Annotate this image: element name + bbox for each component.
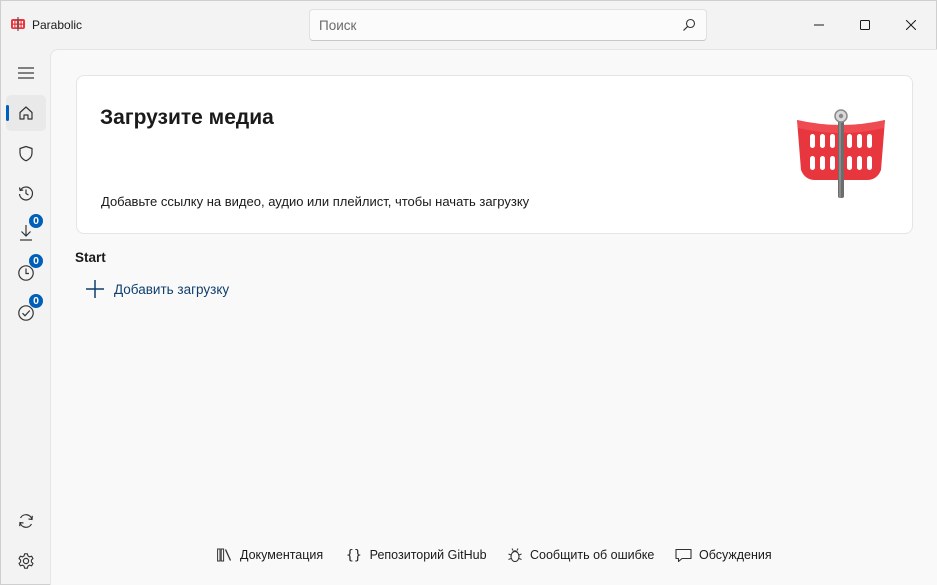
discussions-link[interactable]: Обсуждения [675,545,772,565]
report-bug-link[interactable]: Сообщить об ошибке [507,545,654,565]
code-braces-icon: {} [346,547,362,563]
github-repo-link[interactable]: {} Репозиторий GitHub [346,545,487,565]
search-icon[interactable] [682,18,696,32]
sidebar-item-history[interactable] [6,175,46,211]
menu-toggle-button[interactable] [6,55,46,91]
active-indicator [6,105,9,121]
close-button[interactable] [888,1,934,49]
discussions-label: Обсуждения [699,548,772,562]
github-repo-label: Репозиторий GitHub [369,548,487,562]
search-box[interactable] [309,9,707,41]
sidebar-item-completed[interactable]: 0 [6,293,46,331]
documentation-label: Документация [240,548,324,562]
hamburger-menu-icon [18,67,34,79]
queued-count-badge: 0 [28,253,44,269]
report-bug-label: Сообщить об ошибке [530,548,655,562]
sidebar-item-queued[interactable]: 0 [6,253,46,291]
settings-button[interactable] [6,543,46,579]
gear-icon [18,553,34,569]
shield-icon [19,145,33,161]
minimize-button[interactable] [796,1,842,49]
main-content: Загрузите медиа Добавьте ссылку на видео… [50,49,937,585]
welcome-card: Загрузите медиа Добавьте ссылку на видео… [76,75,913,234]
documentation-link[interactable]: Документация [217,545,323,565]
sync-button[interactable] [6,503,46,539]
sidebar-item-home[interactable] [6,95,46,131]
parabolic-logo-icon [11,17,25,31]
start-section-title: Start [75,250,106,265]
app-window: Parabolic Поиск 0 0 0 Загрузите медиа До… [0,0,937,585]
sync-icon [19,514,33,528]
add-download-button[interactable]: Добавить загрузку [85,276,229,302]
plus-icon [86,280,104,298]
maximize-icon [860,20,870,30]
parabolic-logo [797,109,885,198]
page-description: Добавьте ссылку на видео, аудио или плей… [101,194,530,209]
page-title: Загрузите медиа [100,106,274,129]
maximize-button[interactable] [842,1,888,49]
title-bar: Parabolic [1,1,936,49]
history-icon [18,186,34,201]
home-icon [19,106,33,120]
chat-icon [675,548,692,562]
search-input[interactable] [319,16,659,34]
downloading-count-badge: 0 [28,213,44,229]
bug-icon [508,548,522,563]
add-download-label: Добавить загрузку [114,281,230,297]
close-icon [906,20,916,30]
library-icon [217,548,232,562]
sidebar-item-shield[interactable] [6,135,46,171]
app-title: Parabolic [32,18,83,32]
sidebar-item-downloading[interactable]: 0 [6,213,46,251]
minimize-icon [814,24,824,26]
completed-count-badge: 0 [28,293,44,309]
